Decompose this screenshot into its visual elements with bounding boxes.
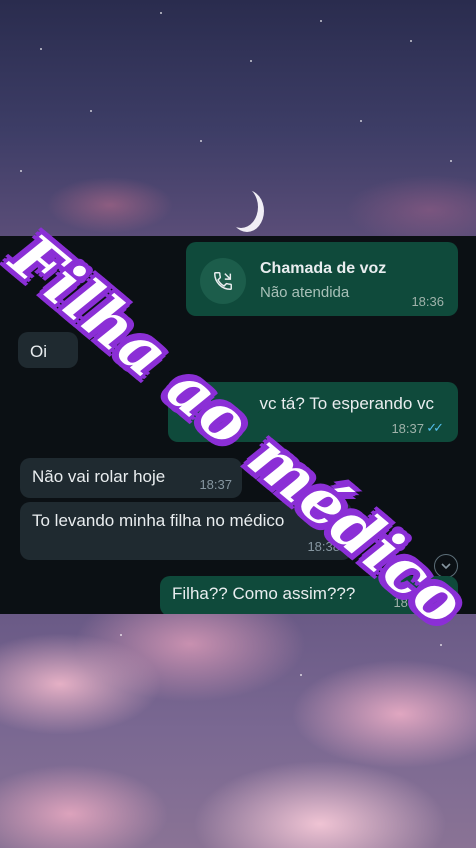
incoming-message[interactable]: Oi — [18, 332, 78, 368]
message-text: Filha?? Como assim??? — [172, 584, 356, 603]
message-text: Oi — [30, 342, 47, 361]
background-night-sky — [0, 0, 476, 236]
message-time: 18:37 — [199, 477, 232, 492]
phone-missed-icon — [200, 258, 246, 304]
background-pink-clouds — [0, 614, 476, 848]
incoming-message[interactable]: Não vai rolar hoje 18:37 — [20, 458, 242, 498]
moon-icon — [224, 186, 258, 228]
missed-call-bubble[interactable]: Chamada de voz Não atendida 18:36 — [186, 242, 458, 316]
call-time: 18:36 — [411, 294, 444, 309]
call-status: Não atendida — [260, 284, 350, 301]
message-text: Não vai rolar hoje — [32, 467, 166, 486]
message-text: To levando minha filha no médico — [32, 511, 285, 530]
message-time: 18:37 — [391, 421, 424, 436]
double-check-icon: ✓✓ — [426, 420, 444, 435]
call-title: Chamada de voz — [260, 260, 387, 277]
